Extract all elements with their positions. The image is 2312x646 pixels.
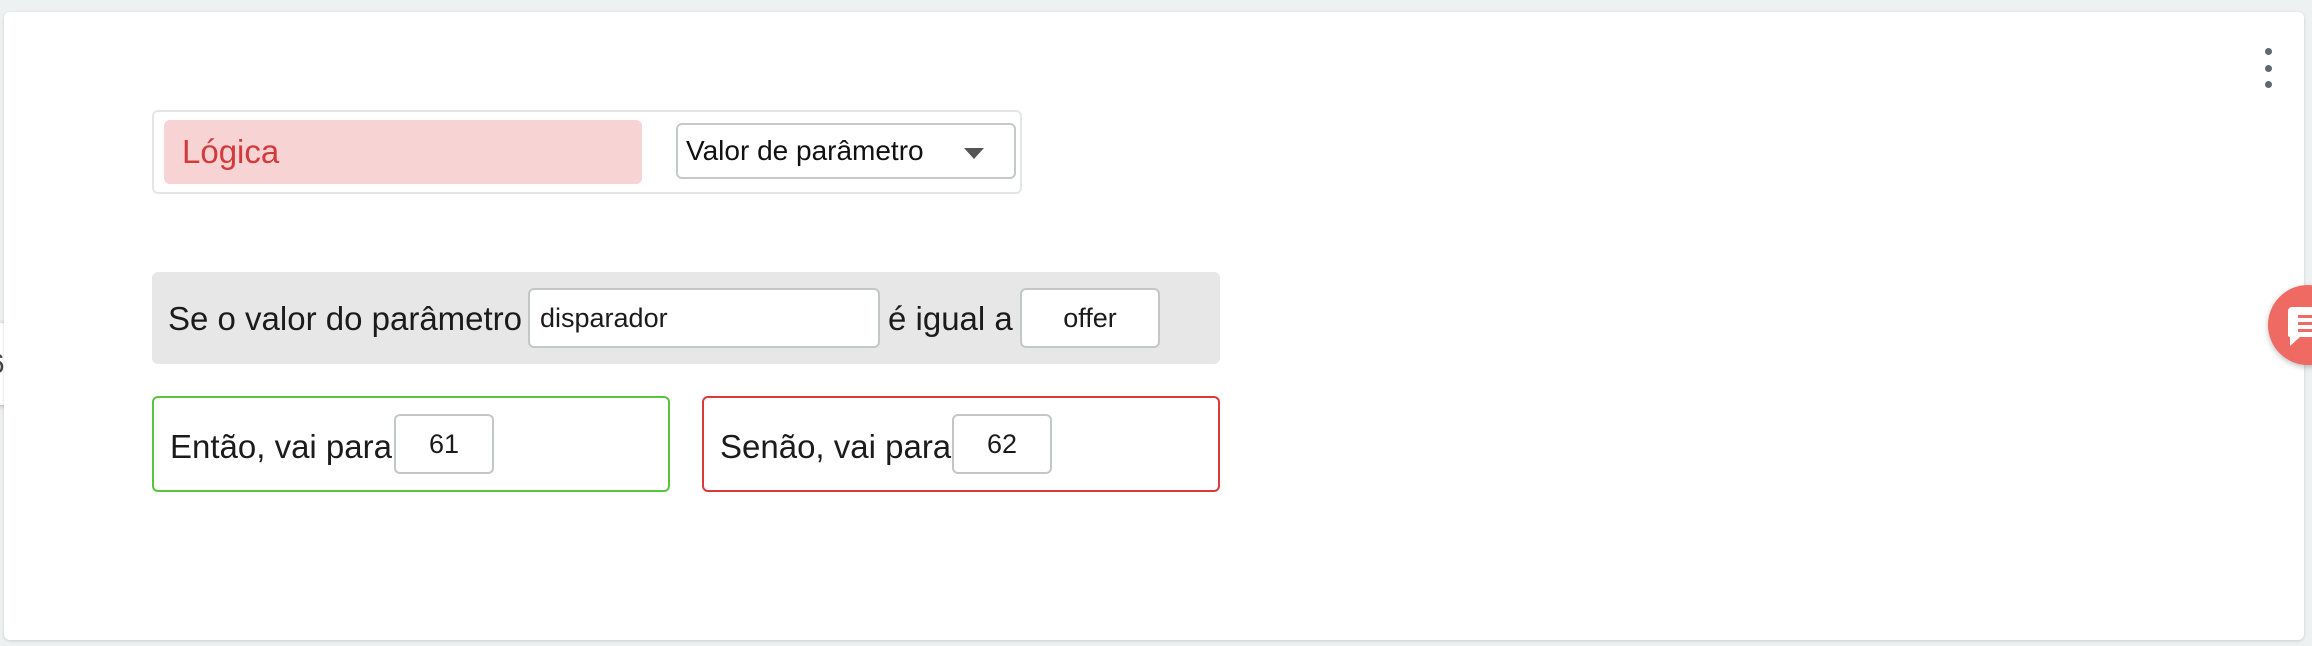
else-target-value: 62 bbox=[986, 429, 1018, 459]
compare-value: offer bbox=[1063, 303, 1117, 333]
node-type-bar: Lógica Valor de parâmetro bbox=[152, 110, 1022, 194]
condition-prefix-label: Se o valor do parâmetro bbox=[168, 300, 523, 337]
logic-type-select[interactable]: Valor de parâmetro bbox=[676, 123, 1016, 179]
logic-node-card: Lógica Valor de parâmetro Se o valor do … bbox=[4, 12, 2304, 640]
chat-button[interactable] bbox=[2268, 285, 2312, 365]
parameter-name-value: disparador bbox=[540, 303, 668, 333]
then-target-value: 61 bbox=[428, 429, 460, 459]
else-branch: Senão, vai para 62 bbox=[702, 396, 1220, 492]
compare-value-input[interactable]: offer bbox=[1020, 288, 1160, 348]
then-target-input[interactable]: 61 bbox=[394, 414, 494, 474]
chat-icon bbox=[2288, 307, 2312, 346]
then-branch: Então, vai para 61 bbox=[152, 396, 670, 492]
else-target-input[interactable]: 62 bbox=[952, 414, 1052, 474]
caret-down-icon bbox=[964, 148, 984, 159]
else-branch-label: Senão, vai para bbox=[720, 428, 952, 465]
then-branch-label: Então, vai para bbox=[170, 428, 392, 465]
parameter-name-input[interactable]: disparador bbox=[528, 288, 880, 348]
logic-type-select-value: Valor de parâmetro bbox=[686, 135, 924, 166]
logic-type-tag: Lógica bbox=[164, 120, 642, 184]
condition-row: Se o valor do parâmetro disparador é igu… bbox=[152, 272, 1220, 364]
more-vert-icon[interactable] bbox=[2254, 48, 2282, 88]
condition-operator-label: é igual a bbox=[888, 300, 1013, 337]
